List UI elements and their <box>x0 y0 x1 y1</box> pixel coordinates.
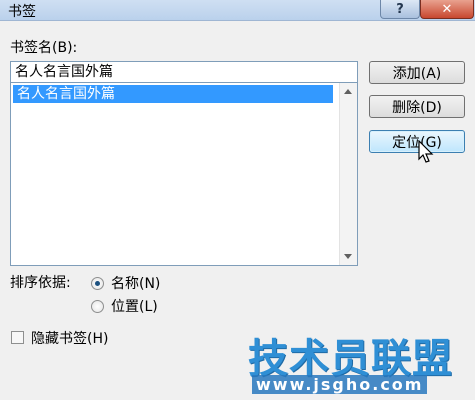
hidden-bookmarks-checkbox[interactable] <box>11 331 24 344</box>
mouse-cursor-icon <box>418 140 434 163</box>
bookmark-name-label: 书签名(B): <box>10 40 78 56</box>
bookmark-name-input[interactable]: 名人名言国外篇 <box>10 61 358 83</box>
title-bar: 书签 ? ✕ <box>0 0 475 21</box>
bookmark-list[interactable]: 名人名言国外篇 <box>10 82 358 266</box>
scroll-down-icon[interactable] <box>344 254 352 259</box>
close-icon: ✕ <box>441 1 453 17</box>
sort-by-location-radio[interactable] <box>91 300 104 313</box>
list-item[interactable]: 名人名言国外篇 <box>13 85 333 103</box>
goto-button[interactable]: 定位(G) <box>369 130 465 153</box>
help-button[interactable]: ? <box>380 0 420 19</box>
sort-by-name-label[interactable]: 名称(N) <box>111 273 160 293</box>
close-button[interactable]: ✕ <box>420 0 474 19</box>
sort-by-location-label[interactable]: 位置(L) <box>111 296 158 316</box>
help-icon: ? <box>396 1 404 17</box>
window-title: 书签 <box>8 4 36 20</box>
hidden-bookmarks-label[interactable]: 隐藏书签(H) <box>31 328 108 348</box>
delete-button[interactable]: 删除(D) <box>369 95 465 118</box>
scroll-up-icon[interactable] <box>344 89 352 94</box>
list-scrollbar[interactable] <box>339 83 357 265</box>
add-button[interactable]: 添加(A) <box>369 61 465 84</box>
sort-label: 排序依据: <box>10 275 71 291</box>
watermark-url: www.jsgho.com <box>252 375 428 394</box>
sort-by-name-radio[interactable] <box>91 277 104 290</box>
